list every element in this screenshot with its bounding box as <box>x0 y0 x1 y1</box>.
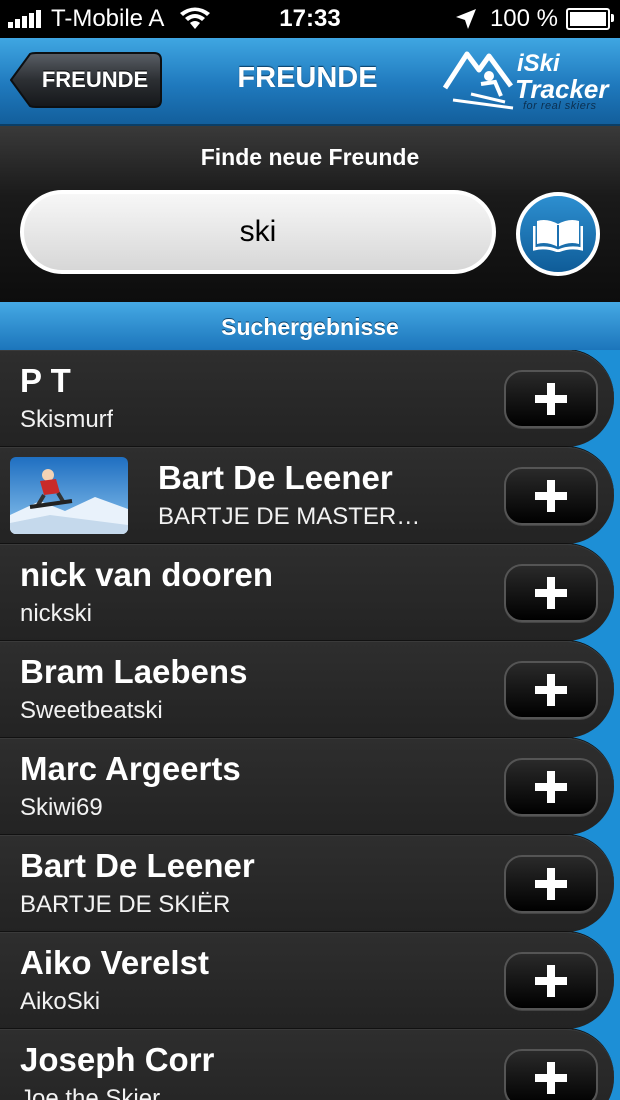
plus-icon <box>535 674 567 706</box>
add-friend-button[interactable] <box>504 758 598 816</box>
plus-icon <box>535 383 567 415</box>
list-item[interactable]: Joseph Corr Joe the Skier <box>0 1029 614 1100</box>
friend-name: nick van dooren <box>20 556 274 593</box>
friend-username: Sweetbeatski <box>20 697 163 724</box>
friend-username: Skiwi69 <box>20 794 103 821</box>
add-friend-button[interactable] <box>504 661 598 719</box>
add-friend-button[interactable] <box>504 564 598 622</box>
results-header: Suchergebnisse <box>0 302 620 350</box>
plus-icon <box>535 868 567 900</box>
address-book-button[interactable] <box>516 192 600 276</box>
app-logo: iSki Tracker for real skiers <box>443 42 609 116</box>
results-list: P T Skismurf Bart De Leener BARTJE DE MA… <box>0 350 620 1100</box>
navigation-bar: FREUNDE FREUNDE iSki Tracker for real sk… <box>0 38 620 126</box>
friend-username: BARTJE DE SKIËR <box>20 891 231 918</box>
search-panel: Finde neue Freunde ski <box>0 126 620 302</box>
list-item[interactable]: Aiko Verelst AikoSki <box>0 932 614 1029</box>
friend-name: P T <box>20 362 71 399</box>
friend-name: Bart De Leener <box>20 847 255 884</box>
plus-icon <box>535 577 567 609</box>
friend-name: Joseph Corr <box>20 1041 215 1078</box>
list-item[interactable]: nick van dooren nickski <box>0 544 614 641</box>
plus-icon <box>535 771 567 803</box>
battery-percent: 100 % <box>489 5 558 32</box>
search-input[interactable]: ski <box>20 190 496 274</box>
add-friend-button[interactable] <box>504 952 598 1010</box>
friend-name: Marc Argeerts <box>20 750 241 787</box>
friend-username: nickski <box>20 600 93 627</box>
friend-name: Bart De Leener <box>158 459 393 496</box>
friend-username: AikoSki <box>20 988 101 1015</box>
back-button-label: FREUNDE <box>41 67 149 92</box>
nav-title: FREUNDE <box>237 62 378 94</box>
list-item[interactable]: Bart De Leener BARTJE DE MASTER… <box>0 447 614 544</box>
friend-username: Skismurf <box>20 406 114 433</box>
location-arrow-icon <box>455 9 476 29</box>
book-icon <box>533 220 583 252</box>
search-heading: Finde neue Freunde <box>200 144 420 170</box>
status-bar: T-Mobile A 17:33 100 % <box>0 0 620 38</box>
status-right: 100 % <box>454 5 614 33</box>
add-friend-button[interactable] <box>504 855 598 913</box>
battery-icon <box>566 8 614 30</box>
list-item[interactable]: Bram Laebens Sweetbeatski <box>0 641 614 738</box>
plus-icon <box>535 1062 567 1094</box>
plus-icon <box>535 965 567 997</box>
friend-name: Aiko Verelst <box>20 944 209 981</box>
snowboarder-photo <box>10 457 128 534</box>
friend-username: BARTJE DE MASTER… <box>158 503 421 530</box>
list-item[interactable]: Bart De Leener BARTJE DE SKIËR <box>0 835 614 932</box>
friend-name: Bram Laebens <box>20 653 248 690</box>
add-friend-button[interactable] <box>504 467 598 525</box>
avatar <box>10 457 128 534</box>
back-button[interactable]: FREUNDE <box>10 52 162 108</box>
add-friend-button[interactable] <box>504 1049 598 1100</box>
battery-fill <box>570 12 606 26</box>
list-item[interactable]: Marc Argeerts Skiwi69 <box>0 738 614 835</box>
friend-username: Joe the Skier <box>20 1085 161 1100</box>
plus-icon <box>535 480 567 512</box>
list-item[interactable]: P T Skismurf <box>0 350 614 447</box>
logo-tagline: for real skiers <box>523 100 597 112</box>
add-friend-button[interactable] <box>504 370 598 428</box>
